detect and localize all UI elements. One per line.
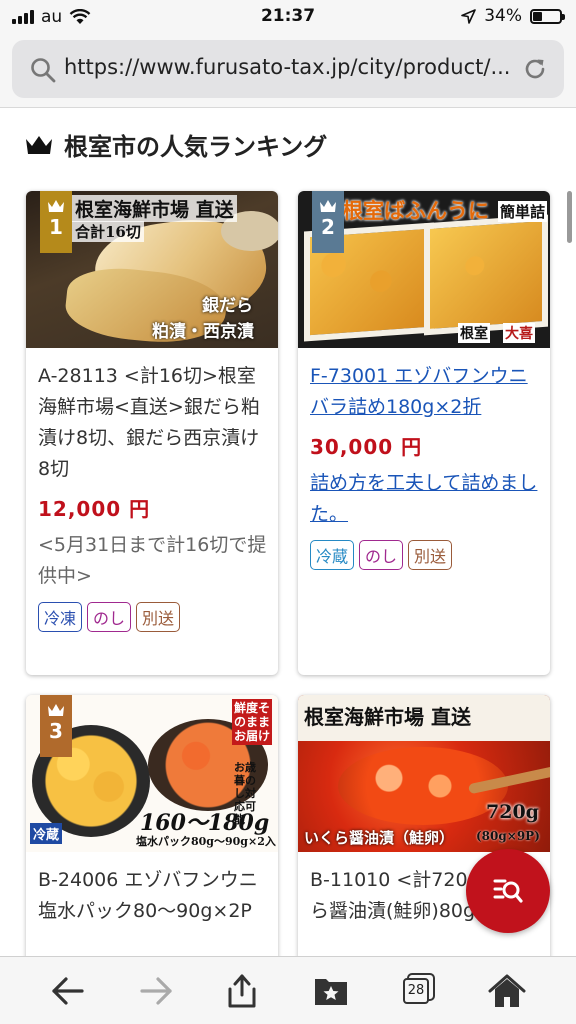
image-caption: 根室海鮮市場 直送 (72, 195, 237, 222)
image-caption: 簡単詰 (498, 201, 548, 222)
crown-icon (48, 200, 64, 212)
crown-icon (320, 200, 336, 212)
tabs-count: 28 (403, 978, 429, 1004)
image-caption: 粕漬・西京漬 (152, 322, 254, 342)
image-caption: 根室ばふんうに (342, 198, 489, 223)
image-caption: 冷蔵 (30, 823, 63, 844)
product-price: 12,000 円 (38, 497, 151, 521)
crown-icon (48, 704, 64, 716)
address-bar[interactable]: https://www.furusato-tax.jp/city/product… (12, 40, 564, 98)
image-caption: 塩水パック80g～90g×2入 (136, 835, 276, 848)
url-text[interactable]: https://www.furusato-tax.jp/city/product… (64, 55, 524, 79)
product-card[interactable]: 根室海鮮市場 直送 合計16切 銀だら 粕漬・西京漬 1 A-28113 <計1… (26, 191, 278, 675)
back-button[interactable] (48, 973, 88, 1009)
tag-separate-shipping: 別送 (136, 602, 181, 632)
rank-number: 1 (49, 215, 63, 239)
forward-button[interactable] (136, 973, 176, 1009)
image-caption: 根室海鮮市場 直送 (304, 705, 471, 729)
location-arrow-icon (461, 8, 477, 24)
product-note-link[interactable]: 詰め方を工夫して詰めました。 (310, 468, 542, 530)
product-title[interactable]: B-24006 エゾバフンウニ塩水パック80～90g×2P (38, 865, 270, 927)
product-image[interactable]: 鮮度そのままお届け お歳暮のし対応可能 冷蔵 160～180g 塩水パック80g… (26, 695, 278, 852)
home-icon (488, 974, 526, 1007)
product-image[interactable]: 根室海鮮市場 直送 720g いくら醤油漬（鮭卵） (80g×9P) (298, 695, 550, 852)
search-list-icon (493, 879, 523, 903)
image-caption: 鮮度そのままお届け (232, 699, 272, 745)
image-caption: (80g×9P) (476, 829, 540, 843)
image-caption: 根室 (458, 323, 490, 343)
image-caption: 合計16切 (72, 221, 144, 242)
reload-icon[interactable] (522, 56, 548, 82)
tag-noshi: のし (359, 540, 404, 570)
product-price: 30,000 円 (310, 435, 423, 459)
image-caption: 720g (486, 801, 539, 823)
product-image[interactable]: 根室ばふんうに 簡単詰 根室 大喜 2 (298, 191, 550, 348)
product-card[interactable]: 鮮度そのままお届け お歳暮のし対応可能 冷蔵 160～180g 塩水パック80g… (26, 695, 278, 956)
bookmark-folder-icon (315, 979, 347, 1005)
product-title-link[interactable]: F-73001 エゾバフンウニバラ詰め180g×2折 (310, 361, 542, 423)
browser-address-area: https://www.furusato-tax.jp/city/product… (0, 34, 576, 108)
rank-number: 2 (321, 215, 335, 239)
page-content: 根室市の人気ランキング 根室海鮮市場 直送 合計16切 銀だら 粕漬・西京漬 1… (0, 109, 576, 956)
image-caption: いくら醤油漬（鮭卵） (304, 829, 455, 847)
back-arrow-icon (52, 977, 84, 1005)
crown-icon (26, 135, 52, 154)
battery-percent: 34% (484, 6, 522, 26)
product-card[interactable]: 根室ばふんうに 簡単詰 根室 大喜 2 F-73001 エゾバフンウニバラ詰め1… (298, 191, 550, 675)
tag-list: 冷凍 のし 別送 (38, 602, 270, 632)
product-title[interactable]: A-28113 <計16切>根室海鮮市場<直送>銀だら粕漬け8切、銀だら西京漬け… (38, 361, 270, 485)
tabs-button[interactable]: 28 (398, 973, 438, 1009)
image-caption: 大喜 (503, 323, 535, 343)
product-image[interactable]: 根室海鮮市場 直送 合計16切 銀だら 粕漬・西京漬 1 (26, 191, 278, 348)
tag-noshi: のし (87, 602, 132, 632)
rank-badge: 3 (40, 695, 72, 757)
section-title: 根室市の人気ランキング (64, 133, 328, 161)
scrollbar[interactable] (567, 191, 572, 243)
search-icon (31, 58, 56, 83)
home-button[interactable] (487, 973, 527, 1009)
tag-refrigerated: 冷蔵 (310, 540, 355, 570)
rank-badge: 1 (40, 191, 72, 253)
forward-arrow-icon (140, 977, 172, 1005)
rank-badge: 2 (312, 191, 344, 253)
share-icon (228, 974, 256, 1008)
battery-icon (530, 8, 565, 24)
tag-separate-shipping: 別送 (408, 540, 453, 570)
share-button[interactable] (222, 973, 262, 1009)
tag-frozen: 冷凍 (38, 602, 83, 632)
tag-list: 冷蔵 のし 別送 (310, 540, 542, 570)
section-header: 根室市の人気ランキング (24, 127, 327, 162)
browser-toolbar: 28 (0, 956, 576, 1024)
bookmarks-button[interactable] (311, 973, 351, 1009)
status-bar: au 21:37 34% (0, 0, 576, 34)
rank-number: 3 (49, 719, 63, 743)
search-fab-button[interactable] (466, 849, 550, 933)
product-note: <5月31日まで計16切で提供中> (38, 534, 267, 587)
image-caption: 銀だら (202, 296, 253, 316)
